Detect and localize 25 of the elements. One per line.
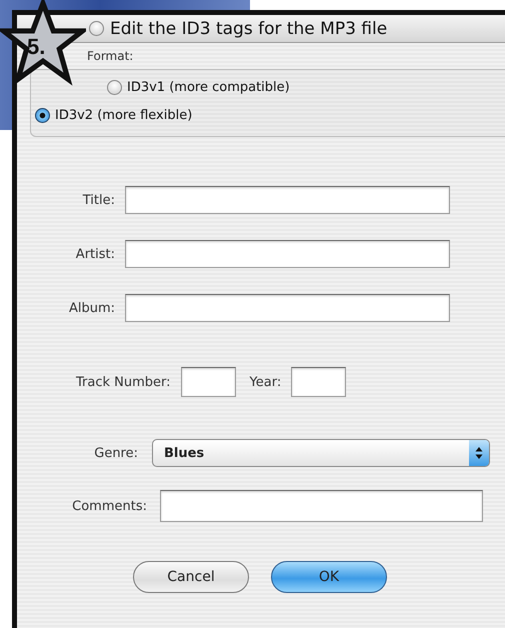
edit-option-checkbox[interactable] [89,21,104,36]
radio-button[interactable] [35,108,50,122]
field-label: Album: [68,300,115,316]
field-label: Title: [82,192,115,208]
text-input-field[interactable] [125,186,450,214]
field-label: Track Number: [76,374,171,390]
genre-dropdown[interactable]: Blues [152,439,490,467]
radio-label: ID3v2 (more flexible) [55,108,192,122]
field-label: Genre: [93,446,138,460]
step-number: 5. [27,34,46,60]
edit-option-label: Edit the ID3 tags for the MP3 file [110,18,388,38]
format-label: Format: [87,49,134,63]
field-label: Year: [250,374,282,390]
text-input-field[interactable] [291,367,346,397]
text-input-field[interactable] [125,240,450,268]
ok-button[interactable]: OK [271,561,387,593]
cancel-button[interactable]: Cancel [133,561,249,593]
text-input-field[interactable] [125,294,450,322]
radio-button[interactable] [107,80,122,94]
field-label: Comments: [71,498,147,514]
text-input-field[interactable] [160,490,483,522]
dropdown-arrows-icon [474,445,484,461]
field-label: Artist: [74,246,115,262]
text-input-field[interactable] [180,367,236,397]
radio-label: ID3v1 (more compatible) [127,80,290,94]
